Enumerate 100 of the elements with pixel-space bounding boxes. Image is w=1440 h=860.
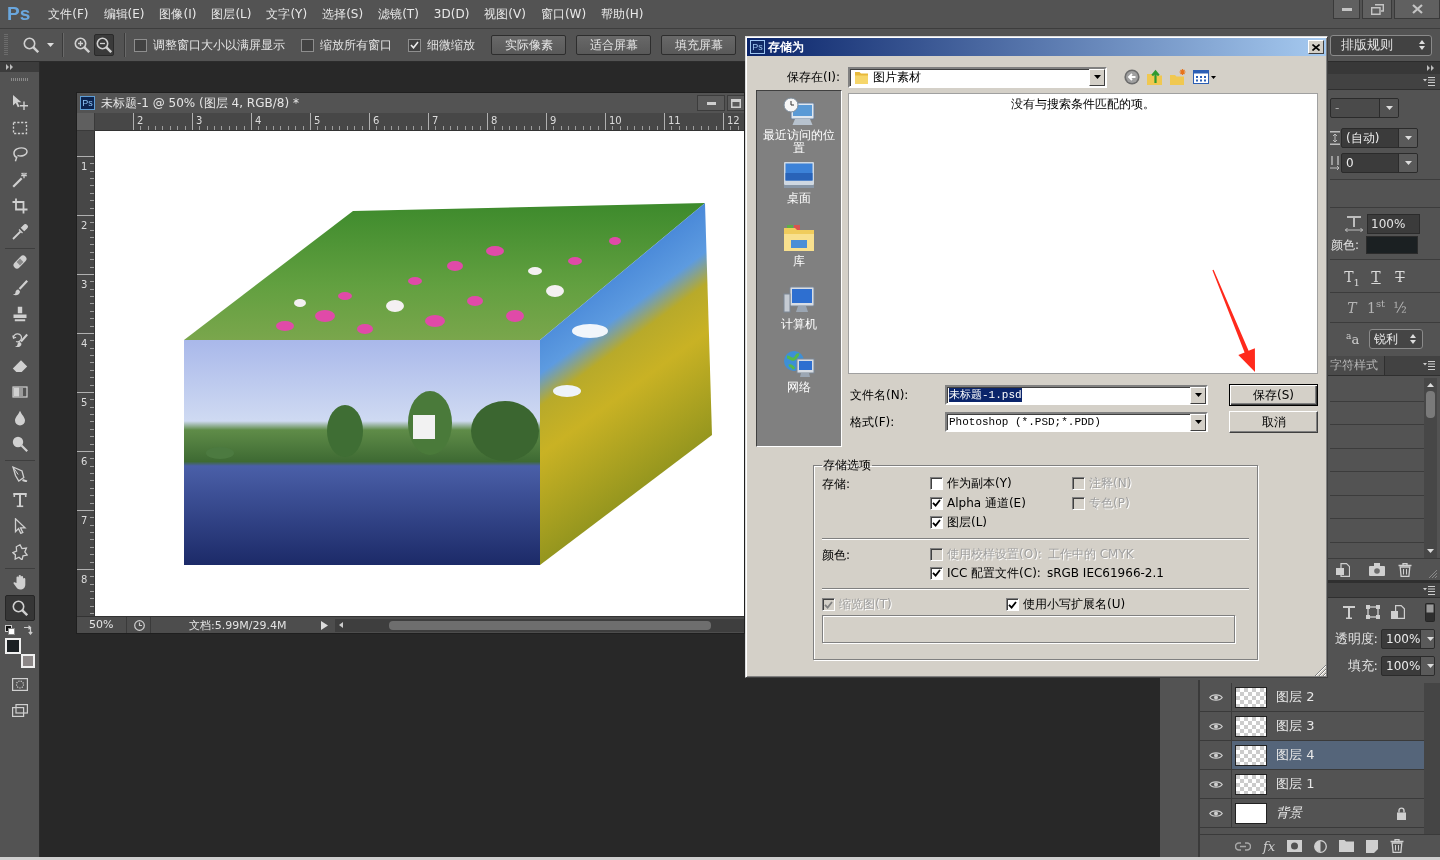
scroll-thumb[interactable] (389, 620, 711, 630)
camera-icon[interactable] (1369, 563, 1385, 576)
menu-item[interactable]: 窗口(W) (534, 3, 593, 25)
eye-icon[interactable] (1208, 750, 1223, 760)
minimize-button[interactable] (697, 95, 725, 111)
trash-icon[interactable] (1390, 839, 1405, 853)
trash-icon[interactable] (1398, 562, 1412, 577)
menu-item[interactable]: 文字(Y) (260, 3, 314, 25)
dropdown-button[interactable] (1089, 68, 1105, 86)
place-item[interactable]: 最近访问的位置 (759, 97, 839, 160)
place-item[interactable]: 网络 (759, 349, 839, 412)
text-style-button[interactable]: T$_{1}$ (1342, 267, 1362, 287)
maximize-button[interactable] (727, 95, 744, 111)
text-style-button[interactable]: T (1366, 267, 1386, 287)
dropdown-button[interactable] (1190, 386, 1206, 404)
layer-row[interactable]: 图层 4 (1232, 741, 1424, 769)
opacity-dropdown[interactable]: 100% (1381, 629, 1435, 649)
resize-grip-icon (1429, 570, 1437, 578)
restore-button[interactable] (1362, 0, 1392, 19)
close-button[interactable] (1394, 0, 1440, 19)
scrollbar-track[interactable] (1424, 683, 1440, 834)
tracking-dropdown[interactable]: 0 (1341, 153, 1418, 173)
font-style-dropdown[interactable]: - (1330, 98, 1399, 118)
menu-item[interactable]: 文件(F) (42, 3, 95, 25)
view-menu-button[interactable] (1193, 70, 1216, 84)
link-icon[interactable] (1235, 841, 1251, 851)
smart-object-filter-icon[interactable] (1391, 605, 1405, 619)
new-document-icon[interactable] (1336, 562, 1350, 577)
back-icon[interactable] (1124, 69, 1140, 85)
zoom-preset-button[interactable]: 适合屏幕 (576, 35, 651, 55)
antialias-dropdown[interactable]: 锐利 (1369, 329, 1424, 349)
menu-item[interactable]: 图层(L) (205, 3, 258, 25)
checkbox[interactable] (930, 516, 943, 530)
quick-mask-icon[interactable] (11, 678, 28, 691)
new-layer-icon[interactable] (1366, 839, 1379, 853)
minimize-button[interactable] (1333, 0, 1360, 19)
folder-dropdown[interactable]: 图片素材 (848, 66, 1107, 88)
eye-icon[interactable] (1208, 692, 1223, 702)
layer-row[interactable]: 图层 1 (1232, 770, 1424, 798)
eye-icon[interactable] (1208, 779, 1223, 789)
checkbox[interactable] (930, 566, 943, 580)
type-filter-icon[interactable] (1343, 605, 1355, 619)
checkbox[interactable] (134, 38, 147, 52)
place-item[interactable]: 计算机 (759, 286, 839, 349)
expand-icon[interactable] (6, 64, 13, 70)
transform-filter-icon[interactable] (1366, 605, 1380, 619)
collapse-icon[interactable] (1427, 65, 1434, 71)
horizontal-scrollbar[interactable] (335, 618, 744, 632)
eye-icon[interactable] (1208, 808, 1223, 818)
menu-item[interactable]: 编辑(E) (97, 3, 151, 25)
dropdown-button[interactable] (1190, 413, 1206, 431)
text-style-button[interactable]: T (1390, 267, 1410, 287)
zoom-preset-button[interactable]: 实际像素 (491, 35, 566, 55)
toggle-switch-icon[interactable] (1425, 602, 1435, 622)
file-name-field[interactable]: 未标题-1.psd (945, 385, 1208, 405)
menu-item[interactable]: 3D(D) (427, 3, 476, 25)
layer-row[interactable]: 背景 (1232, 799, 1424, 827)
mask-icon[interactable] (1287, 840, 1303, 852)
dialog-button[interactable]: 取消 (1229, 411, 1318, 433)
place-item[interactable]: 库 (759, 223, 839, 286)
background-color-icon[interactable] (20, 654, 35, 668)
text-color-swatch[interactable] (1366, 236, 1419, 254)
layer-row[interactable]: 图层 2 (1232, 683, 1424, 711)
checkbox[interactable] (408, 38, 421, 52)
effects-button[interactable]: fx (1263, 838, 1276, 854)
panel-menu-icon[interactable] (1423, 361, 1435, 370)
adjustment-icon[interactable] (1314, 839, 1328, 853)
foreground-color-icon[interactable] (4, 638, 21, 654)
fill-dropdown[interactable]: 100% (1381, 656, 1435, 676)
dialog-button[interactable]: 保存(S) (1229, 384, 1318, 406)
panel-menu-icon[interactable] (1423, 585, 1435, 595)
menu-item[interactable]: 滤镜(T) (372, 3, 425, 25)
tool-button[interactable] (4, 595, 35, 621)
scroll-thumb[interactable] (1426, 391, 1435, 418)
checkbox[interactable] (301, 38, 314, 52)
resize-grip-icon[interactable] (1314, 664, 1326, 676)
eye-icon[interactable] (1208, 721, 1223, 731)
zoom-field[interactable]: 50% (77, 617, 127, 633)
menu-item[interactable]: 视图(V) (478, 3, 532, 25)
default-colors-icon[interactable] (4, 625, 15, 635)
checkbox[interactable] (930, 477, 943, 491)
format-dropdown[interactable]: Photoshop (*.PSD;*.PDD) (945, 412, 1208, 432)
layer-row[interactable]: 图层 3 (1232, 712, 1424, 740)
screen-mode-icon[interactable] (11, 704, 28, 717)
place-item[interactable]: 桌面 (759, 160, 839, 223)
panel-tab[interactable]: 字符样式 (1328, 356, 1385, 375)
zoom-preset-button[interactable]: 填充屏幕 (661, 35, 736, 55)
menu-item[interactable]: 帮助(H) (595, 3, 650, 25)
zoom-mode-button[interactable] (94, 34, 114, 56)
panel-menu-icon[interactable] (1423, 77, 1435, 86)
scale-field[interactable]: 100% (1367, 214, 1420, 234)
folder-icon[interactable] (1339, 840, 1355, 852)
swap-arrows-icon[interactable] (22, 625, 33, 635)
scrollbar[interactable] (1424, 378, 1437, 558)
menu-item[interactable]: 选择(S) (316, 3, 370, 25)
workspace-dropdown[interactable]: 排版规则 (1330, 34, 1432, 56)
menu-item[interactable]: 图像(I) (153, 3, 203, 25)
checkbox[interactable] (930, 496, 943, 510)
checkbox[interactable] (1006, 598, 1019, 611)
leading-dropdown[interactable]: (自动) (1341, 128, 1418, 148)
